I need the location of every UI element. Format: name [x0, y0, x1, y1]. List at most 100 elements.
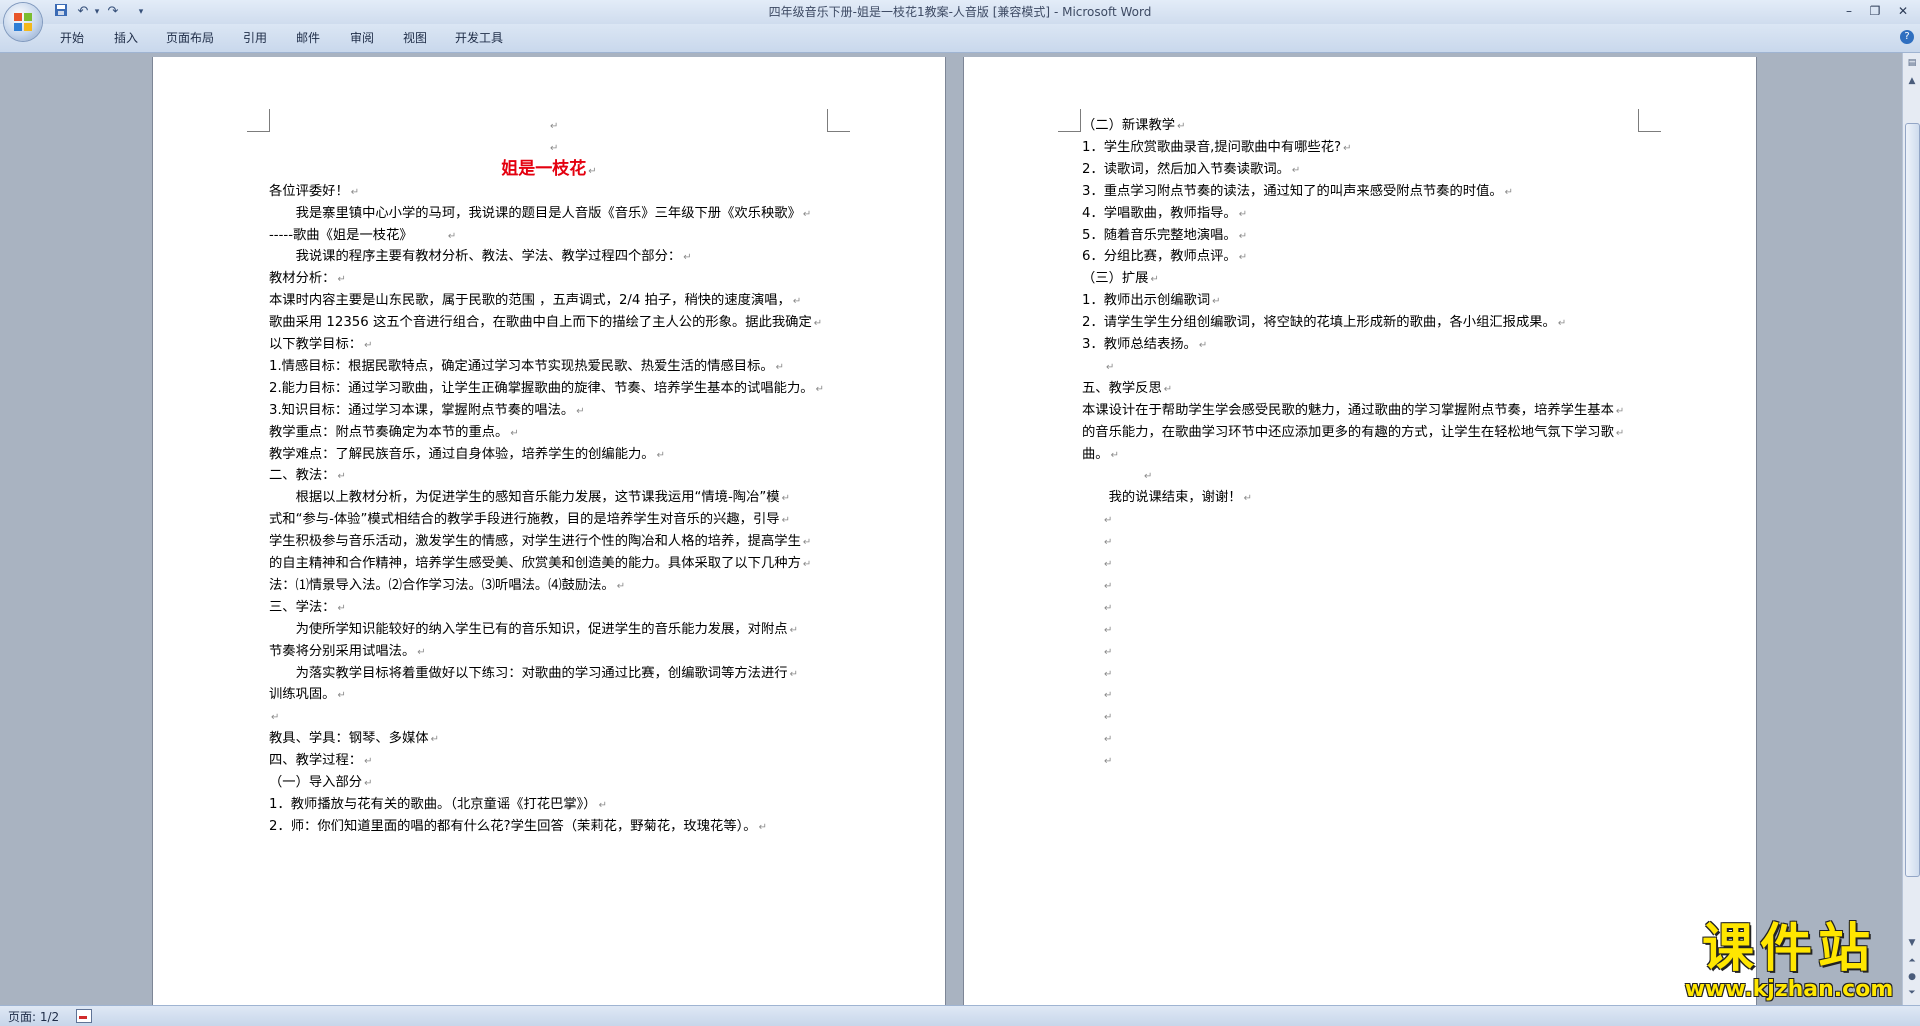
minimize-icon[interactable]: –	[1836, 2, 1862, 20]
paragraph-mark-icon: ↵	[576, 405, 585, 417]
title-bar: ↶ ▾ ↷ ▾ 四年级音乐下册-姐是一枝花1教案-人音版 [兼容模式] - Mi…	[0, 0, 1920, 41]
tab-view[interactable]: 视图	[403, 29, 427, 47]
line-text: 学生积极参与音乐活动，激发学生的情感，对学生进行个性的陶冶和人格的培养，提高学生	[269, 534, 801, 550]
paragraph-mark-icon: ↵	[802, 537, 812, 549]
line-text: 6．分组比赛，教师点评。	[1082, 249, 1237, 265]
watermark-url: www.kjzhan.com	[1684, 977, 1894, 1002]
paragraph-mark-icon: ↵	[1104, 624, 1113, 636]
text-line: 的音乐能力，在歌曲学习环节中还应添加更多的有趣的方式，让学生在轻松地气氛下学习歌…	[1082, 419, 1624, 446]
scroll-thumb[interactable]	[1905, 123, 1920, 877]
office-button[interactable]	[4, 3, 42, 41]
line-text: 四、教学过程：	[269, 753, 363, 769]
paragraph-mark-icon: ↵	[1198, 340, 1208, 351]
paragraph-mark-icon: ↵	[781, 515, 790, 527]
crop-mark	[1638, 109, 1661, 132]
line-text: 4．学唱歌曲，教师指导。	[1082, 205, 1237, 221]
line-text: 为使所学知识能较好的纳入学生已有的音乐知识，促进学生的音乐能力发展，对附点	[269, 621, 788, 637]
line-text: （一）导入部分	[269, 775, 363, 790]
tab-review[interactable]: 审阅	[350, 29, 374, 47]
line-text: 5．随着音乐完整地演唱。	[1082, 227, 1237, 243]
line-text: 歌曲采用 12356 这五个音进行组合，在歌曲中自上而下的描绘了主人公的形象。据…	[269, 315, 812, 331]
paragraph-mark-icon: ↵	[271, 712, 280, 724]
line-text: （二）新课教学	[1082, 118, 1176, 133]
paragraph-mark-icon: ↵	[364, 778, 373, 789]
paragraph-mark-icon: ↵	[364, 340, 373, 351]
tab-mailings[interactable]: 邮件	[296, 29, 320, 47]
proofing-icon[interactable]	[76, 1009, 92, 1023]
tab-insert[interactable]: 插入	[114, 29, 138, 47]
paragraph-mark-icon: ↵	[656, 449, 665, 461]
line-text: 教学难点：了解民族音乐，通过自身体验，培养学生的创编能力。	[269, 446, 655, 462]
line-text: 曲。	[1082, 446, 1109, 462]
paragraph-mark-icon: ↵	[789, 624, 798, 636]
status-bar: 页面: 1/2	[0, 1005, 1920, 1026]
paragraph-mark-icon: ↵	[802, 208, 812, 220]
tab-references[interactable]: 引用	[243, 29, 267, 47]
line-text: 节奏将分别采用试唱法。	[269, 643, 416, 659]
paragraph-mark-icon: ↵	[1104, 580, 1113, 592]
ribbon-tabs: 开始 插入 页面布局 引用 邮件 审阅 视图 开发工具 ?	[0, 24, 1920, 53]
line-text: 教学重点：附点节奏确定为本节的重点。	[269, 424, 509, 440]
page-2[interactable]: （二）新课教学 ↵ 1．学生欣赏歌曲录音,提问歌曲中有哪些花? ↵ 2．读歌词，然后加入…	[964, 57, 1756, 1005]
paragraph-mark-icon: ↵	[1150, 274, 1159, 286]
ruler-toggle-icon[interactable]: ▤	[1904, 55, 1920, 71]
paragraph-mark-icon: ↵	[1243, 493, 1252, 505]
paragraph-mark-icon: ↵	[1104, 537, 1113, 549]
paragraph-mark-icon: ↵	[789, 668, 798, 680]
paragraph-mark-icon: ↵	[337, 602, 346, 614]
text-line: 为落实教学目标将着重做好以下练习：对歌曲的学习通过比赛，创编歌词等方法进行 ↵	[269, 660, 798, 687]
tab-page-layout[interactable]: 页面布局	[166, 29, 214, 47]
paragraph-mark-icon: ↵	[1104, 668, 1113, 680]
paragraph-mark-icon: ↵	[1104, 559, 1113, 570]
page-count[interactable]: 页面: 1/2	[8, 1008, 59, 1025]
text-line: 曲。 ↵	[1082, 441, 1119, 468]
tab-home[interactable]: 开始	[60, 29, 84, 47]
line-text: 我是寨里镇中心小学的马珂，我说课的题目是人音版《音乐》三年级下册《欢乐秧歌》	[269, 205, 801, 221]
page-1[interactable]: ↵ ↵ 姐是一枝花 ↵ 各位评委好！ ↵ 我是寨里镇中心小学的马珂，我说课的题目是人音版《…	[153, 57, 945, 1005]
line-text: 五、教学反思	[1082, 380, 1162, 396]
crop-mark	[827, 109, 850, 132]
paragraph-mark-icon: ↵	[417, 646, 426, 658]
tab-developer[interactable]: 开发工具	[455, 29, 503, 47]
watermark-title: 课件站	[1701, 919, 1876, 979]
line-text: 三、学法：	[269, 599, 336, 615]
line-text: 3.知识目标：通过学习本课，掌握附点节奏的唱法。	[269, 402, 575, 418]
paragraph-mark-icon: ↵	[802, 559, 812, 570]
line-text: 我的说课结束，谢谢！	[1082, 490, 1242, 506]
paragraph-mark-icon: ↵	[447, 230, 457, 242]
paragraph-mark-icon: ↵	[1343, 142, 1352, 154]
close-icon[interactable]: ✕	[1890, 2, 1916, 20]
paragraph-mark-icon: ↵	[815, 383, 824, 395]
paragraph-mark-icon: ↵	[616, 580, 626, 592]
paragraph-mark-icon: ↵	[1238, 230, 1248, 242]
document-area[interactable]: ↵ ↵ 姐是一枝花 ↵ 各位评委好！ ↵ 我是寨里镇中心小学的马珂，我说课的题目是人音版《…	[0, 53, 1902, 1005]
paragraph-mark-icon: ↵	[364, 756, 373, 768]
paragraph-mark-icon: ↵	[550, 142, 559, 154]
paragraph-mark-icon: ↵	[1177, 121, 1186, 132]
scroll-up-icon[interactable]: ▲	[1904, 73, 1920, 89]
watermark-logo: 课件站 www.kjzhan.com	[1664, 920, 1914, 1002]
vertical-scrollbar[interactable]: ▤ ▲ ▼ ⏶ ● ⏷	[1902, 53, 1920, 1005]
paragraph-mark-icon: ↵	[792, 296, 802, 308]
paragraph-mark-icon: ↵	[510, 427, 519, 439]
line-text: 为落实教学目标将着重做好以下练习：对歌曲的学习通过比赛，创编歌词等方法进行	[269, 665, 788, 681]
line-text: 本课时内容主要是山东民歌，属于民歌的范围 ，五声调式，2/4 拍子，稍快的速度演…	[269, 293, 791, 309]
line-text: 1．学生欣赏歌曲录音,提问歌曲中有哪些花?	[1082, 139, 1342, 155]
line-text: 本课设计在于帮助学生学会感受民歌的魅力，通过歌曲的学习掌握附点节奏，培养学生基本	[1082, 402, 1614, 418]
app-name: - Microsoft Word	[1050, 5, 1152, 19]
text-line: 训练巩固。 ↵	[269, 681, 346, 708]
restore-icon[interactable]: ❐	[1862, 2, 1888, 20]
paragraph-mark-icon: ↵	[1212, 296, 1221, 308]
help-icon[interactable]: ?	[1900, 30, 1914, 44]
paragraph-mark-icon: ↵	[1238, 208, 1248, 220]
paragraph-mark-icon: ↵	[1144, 471, 1153, 483]
text-line: ↵	[1102, 747, 1112, 774]
line-text: 各位评委好！	[269, 183, 349, 199]
paragraph-mark-icon: ↵	[1104, 712, 1113, 724]
text-line: 2．师：你们知道里面的唱的都有什么花?学生回答（茉莉花，野菊花，玫瑰花等）。 ↵	[269, 813, 767, 840]
line-text: 以下教学目标：	[269, 337, 363, 352]
line-text: 2．读歌词，然后加入节奏读歌词。	[1082, 161, 1290, 177]
paragraph-mark-icon: ↵	[1557, 318, 1567, 330]
line-text: -----歌曲《姐是一枝花》	[269, 227, 446, 243]
paragraph-mark-icon: ↵	[1615, 427, 1625, 439]
